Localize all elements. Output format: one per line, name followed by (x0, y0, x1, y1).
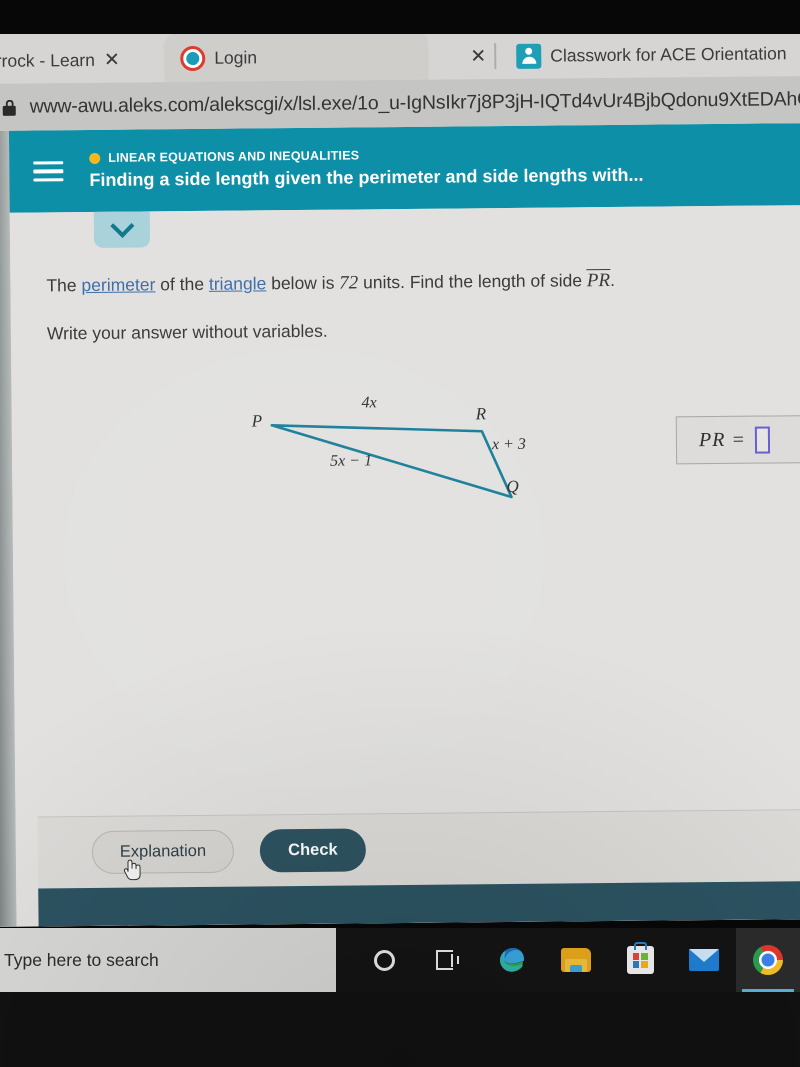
url-text: www-awu.aleks.com/alekscgi/x/lsl.exe/1o_… (29, 88, 800, 118)
taskbar-icons (336, 928, 800, 992)
page-title: Finding a side length given the perimete… (89, 164, 644, 191)
triangle-figure: P R Q 4x x + 3 5x − 1 (248, 392, 579, 525)
tab-title: Classwork for ACE Orientation Cl (550, 42, 789, 66)
photo-bezel-bottom (0, 992, 800, 1067)
side-label-rq: x + 3 (491, 435, 526, 454)
chevron-down-icon (109, 213, 134, 238)
topic-label: LINEAR EQUATIONS AND INEQUALITIES (108, 148, 360, 165)
side-label-pq: 5x − 1 (330, 452, 373, 470)
vertex-label-r: R (475, 404, 487, 424)
windows-taskbar: Type here to search (0, 928, 800, 992)
classroom-icon (516, 43, 542, 69)
search-placeholder: Type here to search (4, 949, 159, 970)
topic-dot-icon (89, 152, 101, 164)
mail-icon[interactable] (672, 928, 736, 992)
problem-content: The perimeter of the triangle below is 7… (9, 205, 800, 927)
check-button[interactable]: Check (259, 828, 366, 873)
question-block: The perimeter of the triangle below is 7… (46, 265, 779, 344)
lock-icon (2, 99, 16, 116)
tab-title: harrock - Learn (0, 49, 96, 71)
side-pr-notation: PR (586, 269, 611, 292)
microsoft-store-icon[interactable] (608, 928, 672, 992)
expand-panel-button[interactable] (93, 211, 151, 248)
question-text: The perimeter of the triangle below is 7… (46, 265, 778, 301)
close-icon[interactable]: ✕ (104, 49, 120, 70)
login-circle-icon (180, 45, 206, 71)
question-part-1: The (46, 275, 82, 296)
browser-tab-classwork[interactable]: Classwork for ACE Orientation Cl (502, 30, 800, 79)
edge-icon[interactable] (480, 928, 544, 992)
vertex-label-p: P (251, 411, 263, 431)
screenshot-root: harrock - Learn ✕ Login ✕ Classwork for … (0, 0, 800, 1067)
vertex-label-q: Q (506, 476, 519, 497)
question-part-3: below is (266, 272, 340, 294)
tab-title: Login (214, 46, 258, 68)
question-part-5: . (609, 269, 616, 291)
topic-line: LINEAR EQUATIONS AND INEQUALITIES (89, 146, 643, 165)
action-bar: Explanation Check (37, 808, 800, 889)
answer-box[interactable]: PR = (675, 414, 800, 465)
aleks-header: LINEAR EQUATIONS AND INEQUALITIES Findin… (8, 123, 800, 213)
laptop-screen: harrock - Learn ✕ Login ✕ Classwork for … (0, 24, 800, 927)
page-footer: © (38, 880, 800, 927)
search-input[interactable]: Type here to search (0, 928, 336, 992)
explanation-button[interactable]: Explanation (91, 829, 235, 875)
photo-bezel-top (0, 0, 800, 34)
task-view-icon[interactable] (416, 928, 480, 992)
page-viewport: LINEAR EQUATIONS AND INEQUALITIES Findin… (0, 123, 800, 927)
triangle-svg (270, 423, 513, 499)
instruction-text: Write your answer without variables. (46, 320, 328, 343)
question-part-4: units. Find the length of side (358, 270, 587, 293)
triangle-link[interactable]: triangle (209, 273, 267, 294)
close-icon[interactable]: ✕ (470, 46, 486, 67)
cortana-icon[interactable] (352, 928, 416, 992)
question-part-2: of the (155, 273, 209, 295)
answer-input[interactable] (754, 425, 771, 454)
address-bar[interactable]: www-awu.aleks.com/alekscgi/x/lsl.exe/1o_… (0, 76, 800, 131)
browser-tab-learn[interactable]: harrock - Learn ✕ (0, 36, 148, 84)
answer-label: PR = (698, 428, 746, 451)
browser-tab-login[interactable]: Login (166, 31, 427, 83)
chrome-icon[interactable] (736, 928, 800, 992)
tab-divider (494, 43, 497, 70)
perimeter-link[interactable]: perimeter (81, 274, 155, 295)
perimeter-value: 72 (339, 272, 359, 294)
hamburger-menu-icon[interactable] (33, 155, 64, 187)
file-explorer-icon[interactable] (544, 928, 608, 992)
side-label-pr: 4x (361, 394, 377, 412)
